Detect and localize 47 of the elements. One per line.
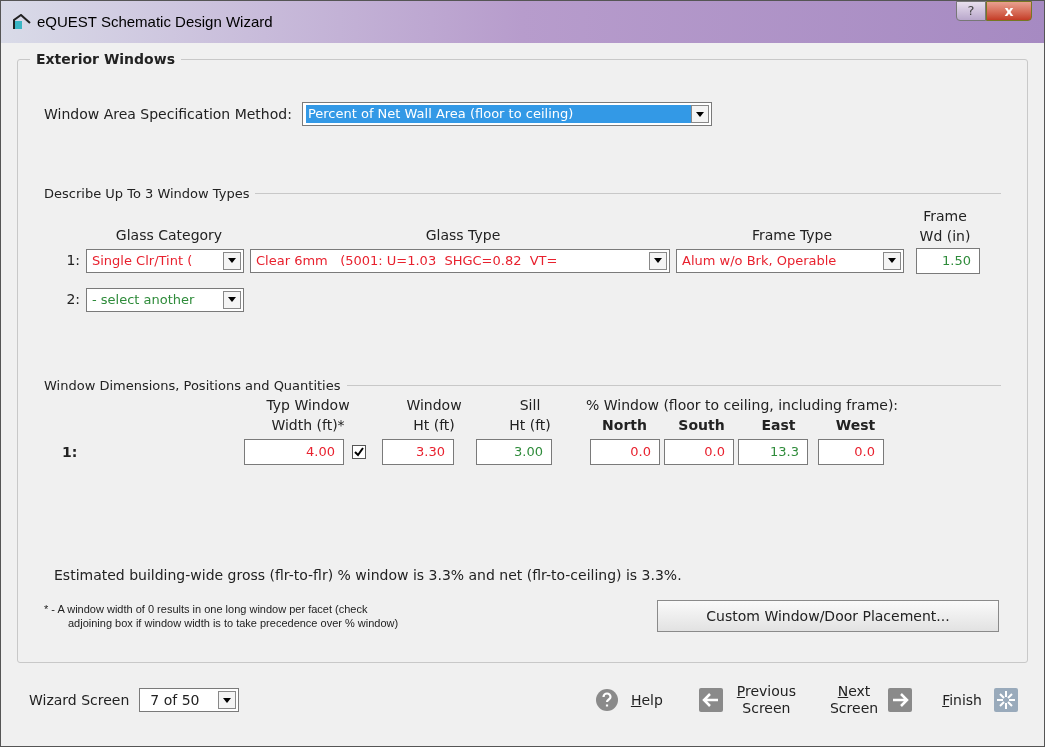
- column-header: Window Ht (ft): [406, 396, 462, 435]
- custom-placement-button[interactable]: Custom Window/Door Placement...: [657, 600, 999, 632]
- number-field[interactable]: 4.00: [244, 439, 344, 465]
- number-field[interactable]: 0.0: [590, 439, 660, 465]
- dropdown[interactable]: Clear 6mm (5001: U=1.03 SHGC=0.82 VT=: [250, 248, 670, 273]
- column-header: Frame Type: [751, 226, 833, 243]
- close-button[interactable]: x: [986, 1, 1032, 21]
- column-header: % Window (floor to ceiling, including frame):: [586, 396, 899, 415]
- next-button[interactable]: Next Screen: [830, 683, 879, 717]
- help-icon[interactable]: [594, 688, 619, 712]
- checkbox[interactable]: [352, 445, 366, 459]
- column-header: East: [761, 416, 796, 435]
- finish-button[interactable]: Finish: [942, 691, 982, 709]
- help-button[interactable]: ?: [956, 1, 986, 21]
- field-label: Window Area Specification Method:: [44, 104, 292, 124]
- column-header: Glass Type: [425, 226, 501, 243]
- column-header: Typ Window Width (ft)*: [266, 396, 350, 435]
- dropdown[interactable]: Percent of Net Wall Area (floor to ceiling): [301, 102, 712, 126]
- column-header: Glass Category: [115, 226, 223, 243]
- number-field[interactable]: 3.30: [382, 439, 454, 465]
- estimate-text: Estimated building-wide gross (flr-to-flr) % window is 3.3% and net (flr-to-ceiling) is 3.3%.: [54, 566, 683, 585]
- column-header: South: [678, 416, 725, 435]
- window-title: eQUEST Schematic Design Wizard: [37, 11, 273, 32]
- column-header: Sill Ht (ft): [509, 396, 551, 435]
- dropdown[interactable]: - select another: [86, 287, 244, 312]
- number-field[interactable]: 0.0: [818, 439, 884, 465]
- help-link[interactable]: Help: [630, 691, 663, 709]
- row-number: 1:: [61, 442, 79, 462]
- section-title: Window Dimensions, Positions and Quantities: [44, 376, 341, 395]
- number-field[interactable]: 13.3: [738, 439, 808, 465]
- building-icon: [13, 14, 31, 30]
- footnote-text: adjoining box if window width is to take precedence over % window): [67, 616, 400, 630]
- row-number: 1:: [65, 251, 80, 270]
- number-field[interactable]: 0.0: [664, 439, 734, 465]
- number-field[interactable]: 1.50: [916, 247, 980, 274]
- dropdown[interactable]: 7 of 50: [139, 688, 240, 712]
- column-header: West: [835, 416, 876, 435]
- dropdown[interactable]: Single Clr/Tint (: [86, 248, 244, 273]
- row-number: 2:: [65, 290, 80, 309]
- field-label: Wizard Screen: [29, 690, 130, 710]
- section-title: Describe Up To 3 Window Types: [44, 185, 250, 203]
- previous-button[interactable]: Previous Screen: [736, 683, 796, 717]
- footnote-text: * - A window width of 0 results in one long window per facet (check: [44, 602, 369, 616]
- column-header: North: [602, 416, 647, 435]
- number-field[interactable]: 3.00: [476, 439, 552, 465]
- column-header: Frame Wd (in): [919, 206, 971, 246]
- dropdown[interactable]: Alum w/o Brk, Operable: [676, 248, 904, 273]
